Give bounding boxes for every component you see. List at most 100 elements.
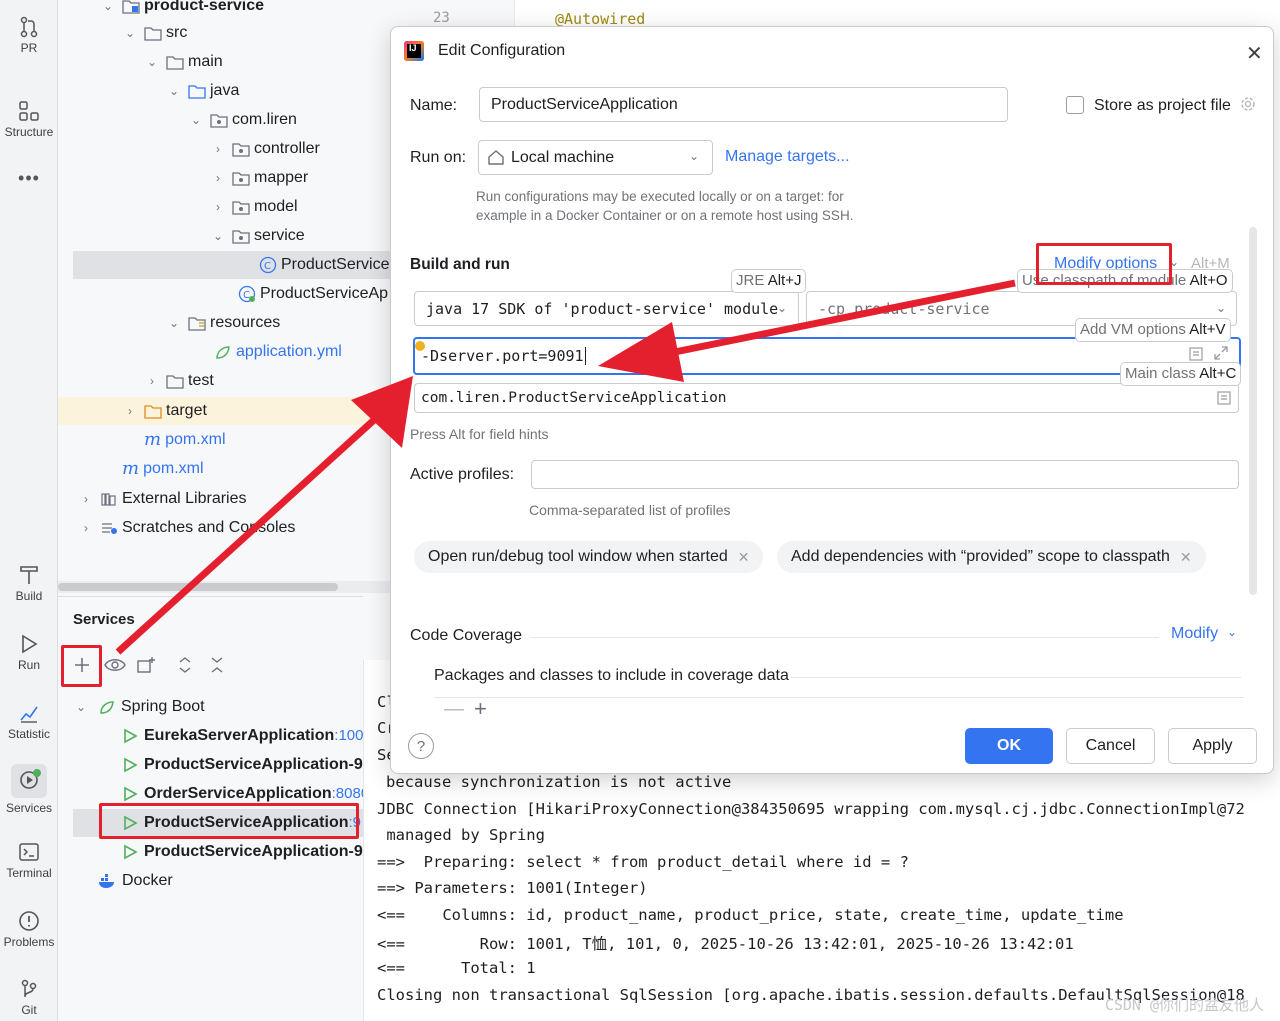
edit-configuration-dialog: IJ Edit Configuration ✕ Name: ProductSer… xyxy=(390,26,1274,774)
browse-icon[interactable] xyxy=(1217,391,1231,410)
scrollbar-thumb[interactable] xyxy=(58,583,338,591)
run-on-dropdown[interactable]: Local machine xyxy=(478,140,713,175)
git-tool[interactable]: Git xyxy=(0,978,58,1017)
name-field[interactable]: ProductServiceApplication xyxy=(479,87,1008,122)
tree-node-src[interactable]: ⌄ src xyxy=(122,19,187,47)
close-icon[interactable]: ✕ xyxy=(1246,41,1263,66)
expand-all-button[interactable] xyxy=(173,653,197,677)
statistic-tool[interactable]: Statistic xyxy=(0,702,58,741)
tree-node-main[interactable]: ⌄ main xyxy=(144,48,223,76)
manage-targets-link[interactable]: Manage targets... xyxy=(725,148,850,166)
more-tools-icon[interactable]: ••• xyxy=(0,168,58,189)
tree-node-product-service[interactable]: ⌄ product-service xyxy=(100,0,264,20)
excluded-folder-icon xyxy=(144,403,162,419)
section-divider xyxy=(531,637,1159,638)
service-group-spring-boot[interactable]: ⌄ Spring Boot xyxy=(76,693,205,721)
tree-horizontal-scrollbar[interactable] xyxy=(58,581,398,593)
tree-node-java[interactable]: ⌄ java xyxy=(166,77,239,105)
package-icon xyxy=(232,141,250,157)
collapse-all-button[interactable] xyxy=(205,653,229,677)
package-icon xyxy=(210,112,228,128)
main-class-field[interactable]: com.liren.ProductServiceApplication xyxy=(414,383,1239,413)
tree-node-com-liren[interactable]: ⌄ com.liren xyxy=(188,106,297,134)
tree-node-service[interactable]: ⌄ service xyxy=(210,222,305,250)
chevron-down-icon: ⌄ xyxy=(190,113,202,127)
module-folder-icon xyxy=(122,0,140,14)
tree-node-model[interactable]: › model xyxy=(210,193,298,221)
gear-icon[interactable] xyxy=(1239,95,1257,118)
run-icon xyxy=(22,634,38,654)
console-line: managed by Spring xyxy=(377,826,545,844)
structure-icon xyxy=(19,101,39,121)
help-icon[interactable]: ? xyxy=(408,733,434,759)
tree-node-scratches[interactable]: › Scratches and Consoles xyxy=(78,514,295,542)
tree-node-target[interactable]: › target xyxy=(58,397,398,425)
chevron-down-icon: ⌄ xyxy=(76,700,87,714)
maven-icon: m xyxy=(122,458,140,479)
plus-icon[interactable]: + xyxy=(474,696,487,722)
build-tool[interactable]: Build xyxy=(0,564,58,603)
tree-node-controller[interactable]: › controller xyxy=(210,135,320,163)
tree-node-test[interactable]: › test xyxy=(144,367,214,395)
run-tool[interactable]: Run xyxy=(0,633,58,672)
ok-button[interactable]: OK xyxy=(965,728,1053,764)
chevron-down-icon: ⌄ xyxy=(168,316,180,330)
console-line: JDBC Connection [HikariProxyConnection@3… xyxy=(377,800,1245,818)
tree-node-pom-xml-module[interactable]: m pom.xml xyxy=(144,426,226,454)
chevron-down-icon: ⌄ xyxy=(777,301,788,315)
chevron-down-icon: ⌄ xyxy=(1216,301,1227,315)
structure-tool[interactable]: Structure xyxy=(0,100,58,139)
vm-options-field[interactable]: -Dserver.port=9091 xyxy=(413,337,1241,375)
new-group-button[interactable] xyxy=(134,653,158,677)
console-line: because synchronization is not active xyxy=(386,773,732,791)
tree-node-productservice[interactable]: C ProductService xyxy=(73,251,398,279)
service-eureka[interactable]: EurekaServerApplication:1001 xyxy=(122,722,372,750)
service-docker[interactable]: Docker xyxy=(98,867,173,895)
option-chip-provided-scope[interactable]: Add dependencies with “provided” scope t… xyxy=(777,541,1206,573)
collapse-all-icon xyxy=(211,657,223,673)
tree-node-productserviceapplication[interactable]: C ProductServiceAp xyxy=(238,280,388,308)
jre-hint-tooltip: JRE Alt+J xyxy=(731,269,807,293)
chevron-right-icon: › xyxy=(150,374,154,388)
option-chip-open-tool-window[interactable]: Open run/debug tool window when started ✕ xyxy=(414,541,764,573)
cancel-button[interactable]: Cancel xyxy=(1066,728,1155,764)
package-icon xyxy=(232,199,250,215)
eye-icon xyxy=(104,659,126,671)
dialog-title: Edit Configuration xyxy=(438,42,566,59)
chevron-right-icon: › xyxy=(84,492,88,506)
profiles-hint: Comma-separated list of profiles xyxy=(529,502,731,518)
minus-icon[interactable]: — xyxy=(444,698,464,721)
tool-label: PR xyxy=(20,41,38,55)
apply-button[interactable]: Apply xyxy=(1168,728,1257,764)
spring-class-icon: C xyxy=(238,285,256,303)
terminal-tool[interactable]: Terminal xyxy=(0,841,58,880)
show-services-button[interactable] xyxy=(103,653,127,677)
jdk-dropdown[interactable]: java 17 SDK of 'product-service' module xyxy=(414,291,799,326)
service-productservice-2[interactable]: ProductServiceApplication-90 xyxy=(122,838,372,866)
tool-label: Git xyxy=(21,1003,37,1017)
pull-request-icon xyxy=(20,16,38,38)
tree-node-mapper[interactable]: › mapper xyxy=(210,164,308,192)
statistic-icon xyxy=(20,706,38,723)
problems-tool[interactable]: Problems xyxy=(0,910,58,949)
tree-node-application-yml[interactable]: application.yml xyxy=(214,338,342,366)
tree-node-pom-xml-root[interactable]: m pom.xml xyxy=(122,455,204,483)
store-as-project-file-checkbox[interactable] xyxy=(1066,96,1084,114)
remove-chip-icon[interactable]: ✕ xyxy=(1180,549,1192,566)
store-as-project-file-label: Store as project file xyxy=(1094,97,1231,114)
run-icon xyxy=(122,728,138,744)
remove-chip-icon[interactable]: ✕ xyxy=(738,549,750,566)
service-productservice-1[interactable]: ProductServiceApplication-90 xyxy=(122,751,372,779)
watermark: CSDN @你们的盆友他人 xyxy=(1104,996,1264,1014)
dialog-scrollbar[interactable] xyxy=(1249,227,1257,595)
warning-dot-icon xyxy=(415,341,425,351)
tree-node-external-libraries[interactable]: › External Libraries xyxy=(78,485,247,513)
tree-node-resources[interactable]: ⌄ resources xyxy=(166,309,280,337)
pull-requests-tool[interactable]: PR xyxy=(0,16,58,55)
active-profiles-field[interactable] xyxy=(531,460,1239,489)
coverage-modify-link[interactable]: Modify xyxy=(1171,625,1218,643)
field-hints-text: Press Alt for field hints xyxy=(410,426,549,442)
chevron-right-icon: › xyxy=(216,142,220,156)
services-tool[interactable]: Services xyxy=(0,764,58,815)
chevron-down-icon: ⌄ xyxy=(146,55,158,69)
